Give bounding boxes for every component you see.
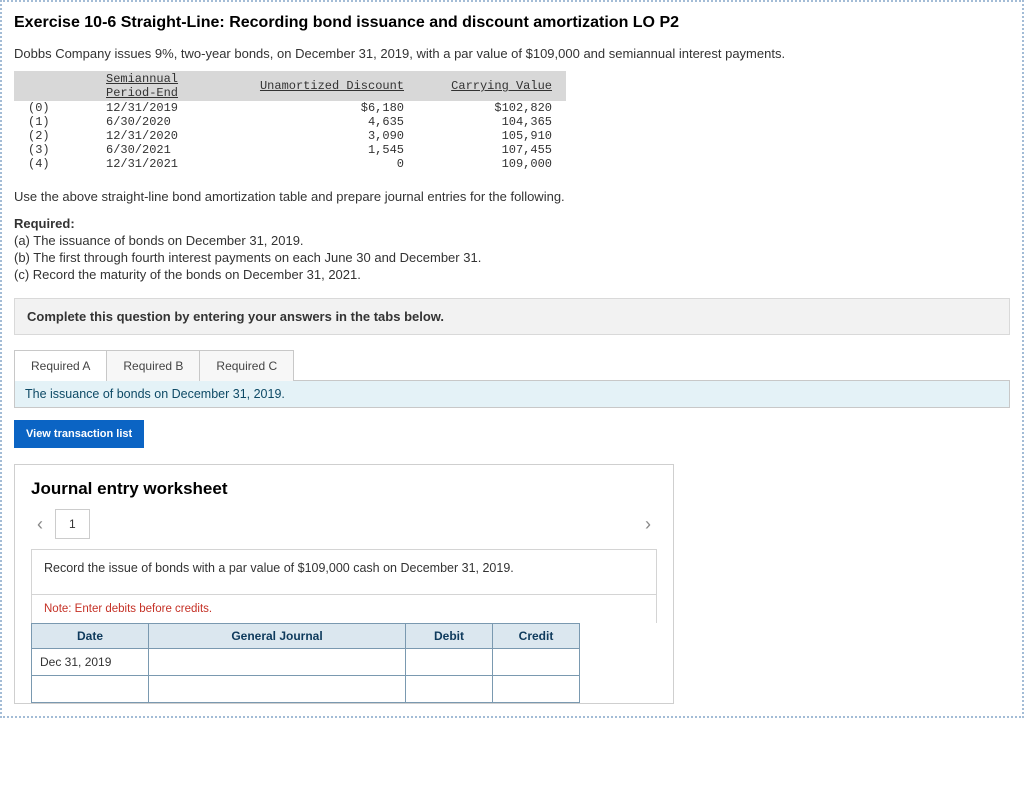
tab-required-c[interactable]: Required C — [200, 350, 294, 381]
date-cell[interactable] — [32, 675, 149, 702]
col-debit: Debit — [406, 623, 493, 648]
gj-cell[interactable] — [149, 648, 406, 675]
worksheet-nav: ‹ 1 › — [31, 509, 657, 539]
instruction-bar: Complete this question by entering your … — [14, 298, 1010, 335]
chevron-right-icon[interactable]: › — [639, 514, 657, 535]
required-block: Required: (a) The issuance of bonds on D… — [14, 216, 1010, 282]
worksheet-note: Note: Enter debits before credits. — [31, 594, 657, 623]
intro-text: Dobbs Company issues 9%, two-year bonds,… — [14, 46, 1010, 61]
journal-worksheet-panel: Journal entry worksheet ‹ 1 › Record the… — [14, 464, 674, 704]
debit-cell[interactable] — [406, 648, 493, 675]
tab-required-b[interactable]: Required B — [107, 350, 200, 381]
col-carrying: Carrying Value — [418, 71, 566, 101]
table-row: (0) 12/31/2019 $6,180 $102,820 — [14, 101, 566, 115]
worksheet-step[interactable]: 1 — [55, 509, 90, 539]
use-line: Use the above straight-line bond amortiz… — [14, 189, 1010, 204]
worksheet-title: Journal entry worksheet — [31, 479, 657, 499]
table-row: (2) 12/31/2020 3,090 105,910 — [14, 129, 566, 143]
chevron-left-icon[interactable]: ‹ — [31, 514, 49, 535]
col-date: Date — [32, 623, 149, 648]
worksheet-instruction: Record the issue of bonds with a par val… — [31, 549, 657, 594]
col-period: Semiannual Period-End — [92, 71, 240, 101]
view-transaction-list-button[interactable]: View transaction list — [14, 420, 144, 448]
table-row: (1) 6/30/2020 4,635 104,365 — [14, 115, 566, 129]
credit-cell[interactable] — [493, 675, 580, 702]
col-general-journal: General Journal — [149, 623, 406, 648]
required-b: (b) The first through fourth interest pa… — [14, 250, 1010, 265]
credit-cell[interactable] — [493, 648, 580, 675]
table-row: (3) 6/30/2021 1,545 107,455 — [14, 143, 566, 157]
exercise-title: Exercise 10-6 Straight-Line: Recording b… — [14, 14, 1010, 32]
journal-entry-table: Date General Journal Debit Credit Dec 31… — [31, 623, 580, 703]
col-credit: Credit — [493, 623, 580, 648]
table-row — [32, 675, 580, 702]
required-c: (c) Record the maturity of the bonds on … — [14, 267, 1010, 282]
gj-cell[interactable] — [149, 675, 406, 702]
debit-cell[interactable] — [406, 675, 493, 702]
tab-required-a[interactable]: Required A — [14, 350, 107, 381]
table-row: Dec 31, 2019 — [32, 648, 580, 675]
required-a: (a) The issuance of bonds on December 31… — [14, 233, 1010, 248]
context-strip: The issuance of bonds on December 31, 20… — [14, 380, 1010, 408]
amortization-table: Semiannual Period-End Unamortized Discou… — [14, 71, 566, 171]
col-discount: Unamortized Discount — [240, 71, 418, 101]
table-row: (4) 12/31/2021 0 109,000 — [14, 157, 566, 171]
exercise-container: Exercise 10-6 Straight-Line: Recording b… — [0, 0, 1024, 718]
required-heading: Required: — [14, 216, 1010, 231]
date-cell[interactable]: Dec 31, 2019 — [32, 648, 149, 675]
tabs: Required A Required B Required C — [14, 349, 1010, 380]
